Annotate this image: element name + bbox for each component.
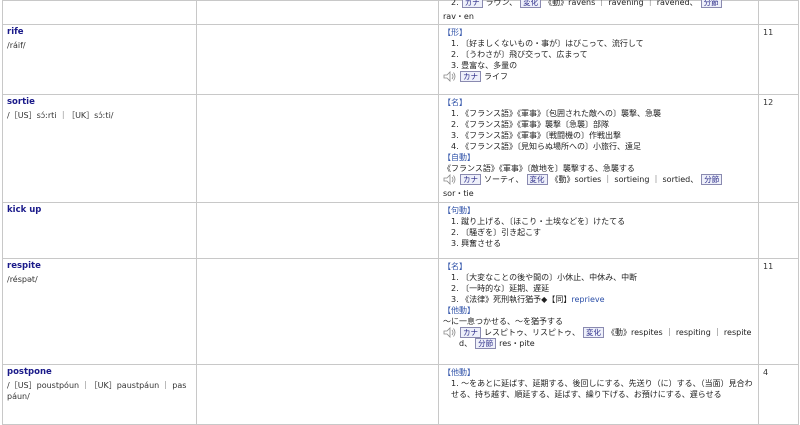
word-cell: respite /réspət/ bbox=[2, 258, 197, 365]
sense-line: 1. 〔好ましくないもの・事が〕はびこって、流行して bbox=[451, 39, 644, 48]
sense-line: 2. bbox=[451, 0, 459, 7]
speaker-icon[interactable] bbox=[443, 71, 457, 82]
definition-cell: 【名】 1. 《フランス語》《軍事》〔包囲された敵への〕襲撃、急襲 2. 《フラ… bbox=[438, 94, 759, 203]
henka-tag[interactable]: 変化 bbox=[520, 0, 542, 8]
count-cell bbox=[758, 0, 799, 25]
blank-cell bbox=[196, 0, 439, 25]
kana-row: カナ ライフ bbox=[443, 71, 754, 82]
dictionary-table: 2. カナ ラヴン、 変化 《動》ravens ｜ ravening ｜ rav… bbox=[2, 0, 799, 425]
blank-cell bbox=[196, 94, 439, 203]
headword[interactable]: sortie bbox=[7, 97, 192, 108]
bunsetsu-tag[interactable]: 分節 bbox=[700, 0, 722, 8]
part-of-speech: 【名】 bbox=[443, 98, 467, 107]
sense-line: 2. 〔騒ぎを〕引き起こす bbox=[451, 228, 542, 237]
table-row: respite /réspət/ 【名】 1. 〔大変なことの後や間の〕小休止、… bbox=[2, 258, 799, 365]
headword[interactable]: kick up bbox=[7, 205, 192, 216]
word-cell: sortie /［US］sɔ́ːrti ｜［UK］sɔ́ːti/ bbox=[2, 94, 197, 203]
part-of-speech: 【他動】 bbox=[443, 368, 475, 377]
sense-text: 3. 《法律》死刑執行猶予◆【同】 bbox=[451, 295, 572, 304]
kana-tag[interactable]: カナ bbox=[460, 327, 481, 338]
table-row: kick up 【句動】 1. 蹴り上げる、〔ほこり・土埃などを〕けたてる 2.… bbox=[2, 202, 799, 259]
word-cell: postpone /［US］poustpóun ｜［UK］paustpáun ｜… bbox=[2, 364, 197, 425]
sense-line: 《フランス語》《軍事》〔敵地を〕襲撃する、急襲する bbox=[443, 164, 635, 173]
sense-line: 3. 《フランス語》《軍事》〔戦闘機の〕作戦出撃 bbox=[451, 131, 622, 140]
bunsetsu-value: rav・en bbox=[443, 12, 474, 21]
part-of-speech: 【他動】 bbox=[443, 306, 475, 315]
count-cell: 4 bbox=[758, 364, 799, 425]
part-of-speech: 【名】 bbox=[443, 262, 467, 271]
sense-line: 3. 《法律》死刑執行猶予◆【同】reprieve bbox=[443, 294, 754, 305]
henka-tag[interactable]: 変化 bbox=[526, 174, 548, 185]
inflection-forms: d、 bbox=[459, 339, 473, 348]
blank-cell bbox=[196, 24, 439, 95]
blank-cell bbox=[196, 364, 439, 425]
pronunciation: /ráif/ bbox=[7, 41, 26, 50]
henka-tag[interactable]: 変化 bbox=[583, 327, 604, 338]
definition-cell: 【名】 1. 〔大変なことの後や間の〕小休止、中休み、中断 2. 〔一時的な〕延… bbox=[438, 258, 759, 365]
kana-tag[interactable]: カナ bbox=[460, 71, 481, 82]
sense-line: 1. 〔大変なことの後や間の〕小休止、中休み、中断 bbox=[451, 273, 638, 282]
bunsetsu-tag[interactable]: 分節 bbox=[475, 338, 497, 349]
definition-cell: 【句動】 1. 蹴り上げる、〔ほこり・土埃などを〕けたてる 2. 〔騒ぎを〕引き… bbox=[438, 202, 759, 259]
word-cell: rife /ráif/ bbox=[2, 24, 197, 95]
sense-line: 3. 豊富な、多量の bbox=[451, 61, 518, 70]
count-cell: 11 bbox=[758, 24, 799, 95]
definition-cell: 【他動】 1. ～をあとに延ばす、延期する、後回しにする、先送り（に）する、（当… bbox=[438, 364, 759, 425]
blank-cell bbox=[196, 202, 439, 259]
speaker-icon[interactable] bbox=[443, 174, 457, 185]
kana-tag[interactable]: カナ bbox=[460, 174, 481, 185]
sense-line: 1. 《フランス語》《軍事》〔包囲された敵への〕襲撃、急襲 bbox=[451, 109, 662, 118]
pronunciation: /［US］sɔ́ːrti ｜［UK］sɔ́ːti/ bbox=[7, 111, 114, 120]
count-cell: 11 bbox=[758, 258, 799, 365]
sense-line: 1. ～をあとに延ばす、延期する、後回しにする、先送り（に）する、（当面）見合わ… bbox=[451, 379, 753, 399]
table-row: sortie /［US］sɔ́ːrti ｜［UK］sɔ́ːti/ 【名】 1. … bbox=[2, 94, 799, 203]
bunsetsu-value: res・pite bbox=[499, 339, 535, 348]
sense-line: 2. 《フランス語》《軍事》襲撃〔急襲〕部隊 bbox=[451, 120, 610, 129]
kana-value: レスピトゥ、リスピトゥ、 bbox=[484, 328, 580, 337]
kana-row: カナ ソーティ、 変化 《動》sorties ｜ sortieing ｜ sor… bbox=[443, 174, 754, 199]
kana-tag[interactable]: カナ bbox=[461, 0, 483, 8]
sense-line: 2. 〔一時的な〕延期、遅延 bbox=[451, 284, 550, 293]
bunsetsu-tag[interactable]: 分節 bbox=[701, 174, 723, 185]
sense-line: 1. 蹴り上げる、〔ほこり・土埃などを〕けたてる bbox=[451, 217, 626, 226]
table-row: 2. カナ ラヴン、 変化 《動》ravens ｜ ravening ｜ rav… bbox=[2, 0, 799, 25]
pronunciation: páun/ bbox=[7, 392, 30, 401]
table-row: postpone /［US］poustpóun ｜［UK］paustpáun ｜… bbox=[2, 364, 799, 425]
sense-line: ～に一息つかせる、～を猶予する bbox=[443, 317, 563, 326]
bunsetsu-value: sor・tie bbox=[443, 189, 474, 198]
inflection-forms: 《動》ravens ｜ ravening ｜ ravened、 bbox=[544, 0, 698, 7]
headword[interactable]: respite bbox=[7, 261, 192, 272]
inflection-forms: 《動》sorties ｜ sortieing ｜ sortied、 bbox=[550, 175, 699, 184]
sense-line: 2. 〔うわさが〕飛び交って、広まって bbox=[451, 50, 588, 59]
definition-cell: 2. カナ ラヴン、 変化 《動》ravens ｜ ravening ｜ rav… bbox=[438, 0, 759, 25]
definition-cell: 【形】 1. 〔好ましくないもの・事が〕はびこって、流行して 2. 〔うわさが〕… bbox=[438, 24, 759, 95]
pronunciation: /［US］poustpóun ｜［UK］paustpáun ｜ pas bbox=[7, 381, 187, 390]
reprieve-link[interactable]: reprieve bbox=[571, 295, 604, 304]
speaker-icon[interactable] bbox=[443, 327, 457, 338]
kana-row: 2. カナ ラヴン、 変化 《動》ravens ｜ ravening ｜ rav… bbox=[443, 0, 754, 22]
sense-line: 3. 興奮させる bbox=[451, 239, 502, 248]
table-row: rife /ráif/ 【形】 1. 〔好ましくないもの・事が〕はびこって、流行… bbox=[2, 24, 799, 95]
blank-cell bbox=[196, 258, 439, 365]
part-of-speech: 【形】 bbox=[443, 28, 467, 37]
word-cell bbox=[2, 0, 197, 25]
word-cell: kick up bbox=[2, 202, 197, 259]
count-cell bbox=[758, 202, 799, 259]
part-of-speech: 【句動】 bbox=[443, 206, 475, 215]
kana-row: カナ レスピトゥ、リスピトゥ、 変化 《動》respites ｜ respiti… bbox=[443, 327, 754, 338]
kana-value: ソーティ、 bbox=[484, 175, 524, 184]
kana-value: ライフ bbox=[484, 72, 508, 81]
kana-value: ラヴン、 bbox=[485, 0, 518, 7]
headword[interactable]: rife bbox=[7, 27, 192, 38]
part-of-speech: 【自動】 bbox=[443, 153, 475, 162]
inflection-forms: 《動》respites ｜ respiting ｜ respite bbox=[607, 328, 752, 337]
headword[interactable]: postpone bbox=[7, 367, 192, 378]
pronunciation: /réspət/ bbox=[7, 275, 38, 284]
kana-row: d、 分節 res・pite bbox=[443, 338, 754, 349]
sense-line: 4. 《フランス語》〔見知らぬ場所への〕小旅行、遠足 bbox=[451, 142, 642, 151]
count-cell: 12 bbox=[758, 94, 799, 203]
